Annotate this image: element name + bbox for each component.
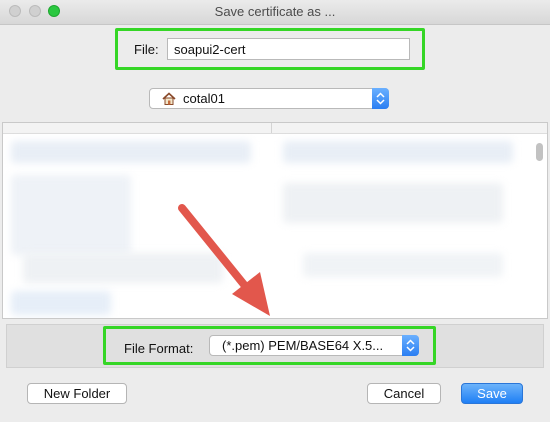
save-dialog: Save certificate as ... File: cotal01	[0, 0, 550, 422]
file-format-highlight: File Format: (*.pem) PEM/BASE64 X.5...	[103, 326, 436, 365]
column-divider[interactable]	[271, 123, 272, 133]
location-select[interactable]: cotal01	[149, 88, 389, 109]
list-item[interactable]	[303, 253, 503, 277]
window-title: Save certificate as ...	[214, 4, 336, 19]
location-value: cotal01	[183, 91, 225, 106]
annotation-arrow-icon	[178, 204, 270, 316]
file-label: File:	[134, 42, 159, 57]
location-chevron-icon	[372, 88, 389, 109]
list-item[interactable]	[283, 183, 503, 223]
file-format-label: File Format:	[124, 341, 194, 356]
list-item[interactable]	[11, 175, 131, 255]
title-bar: Save certificate as ...	[0, 0, 550, 25]
list-item[interactable]	[11, 291, 111, 315]
file-name-input[interactable]	[167, 38, 410, 60]
file-format-value: (*.pem) PEM/BASE64 X.5...	[222, 338, 384, 353]
new-folder-button[interactable]: New Folder	[27, 383, 127, 404]
list-scrollbar[interactable]	[536, 143, 543, 161]
list-column-header[interactable]	[3, 123, 547, 134]
save-button[interactable]: Save	[461, 383, 523, 404]
file-name-highlight: File:	[115, 28, 425, 70]
format-chevron-icon	[402, 335, 419, 356]
list-item[interactable]	[11, 141, 251, 163]
list-item[interactable]	[283, 141, 513, 163]
cancel-button[interactable]: Cancel	[367, 383, 441, 404]
file-format-select[interactable]: (*.pem) PEM/BASE64 X.5...	[209, 335, 419, 356]
home-icon	[162, 92, 176, 105]
